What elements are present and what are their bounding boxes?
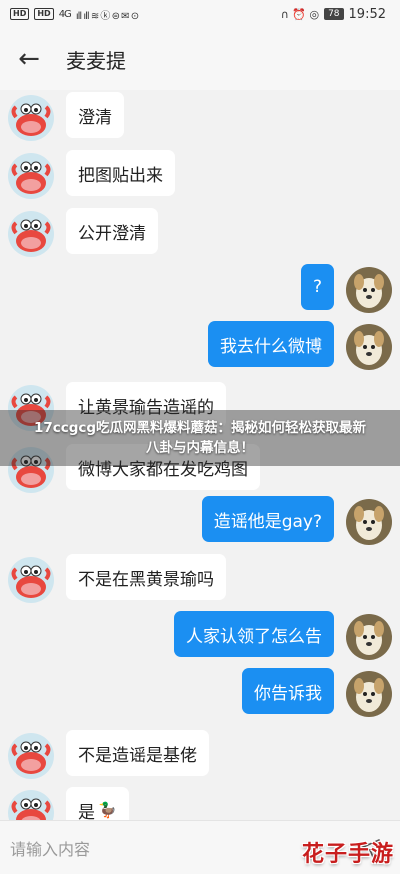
message-received: 公开澄清 [0, 206, 400, 262]
message-bubble[interactable]: 不是在黑黄景瑜吗 [66, 554, 226, 600]
message-text: 人家认领了怎么告 [186, 626, 322, 647]
message-text: ? [312, 277, 322, 297]
headline-line-1: 17ccgcg吃瓜网黑料爆料蘑菇：揭秘如何轻松获取最新 [33, 420, 367, 436]
dog-avatar[interactable] [346, 267, 392, 313]
message-received: 澄清 [0, 90, 400, 146]
message-text: 我去什么微博 [220, 336, 322, 357]
crab-avatar[interactable] [8, 733, 54, 779]
chat-header: ← 麦麦提 [0, 28, 400, 90]
dog-avatar[interactable] [346, 499, 392, 545]
watermark-logo: 花子手游 [301, 842, 394, 867]
message-text: 你告诉我 [254, 683, 322, 704]
message-bubble[interactable]: 公开澄清 [66, 208, 158, 254]
message-text: 不是在黑黄景瑜吗 [78, 569, 214, 590]
battery-icon: 78 [324, 8, 344, 20]
message-received: 把图贴出来 [0, 148, 400, 204]
message-input[interactable]: 请输入内容 [10, 836, 350, 860]
message-sent: 人家认领了怎么告 [0, 609, 400, 665]
message-sent: 你告诉我 [0, 666, 400, 722]
message-received: 不是在黑黄景瑜吗 [0, 552, 400, 608]
crab-avatar[interactable] [8, 790, 54, 820]
hd-badge-2: HD [34, 8, 54, 20]
message-text: 造谣他是gay? [213, 511, 322, 532]
message-bubble[interactable]: 我去什么微博 [208, 321, 334, 367]
message-text: 把图贴出来 [78, 165, 163, 186]
status-right-icons: ∩ ⏰ ◎ [280, 7, 320, 21]
message-bubble[interactable]: ? [300, 264, 334, 310]
status-bar: HD HD 4G ıll ıll ≋ ⓚ ⊜ ✉ ⊙ ∩ ⏰ ◎ 78 19:5… [0, 0, 400, 28]
crab-avatar[interactable] [8, 557, 54, 603]
clock: 19:52 [348, 6, 386, 22]
dog-avatar[interactable] [346, 671, 392, 717]
message-text: 澄清 [78, 107, 112, 128]
duck-emoji-icon: 🦆 [98, 801, 117, 819]
dog-avatar[interactable] [346, 614, 392, 660]
dog-avatar[interactable] [346, 324, 392, 370]
back-arrow-icon[interactable]: ← [0, 28, 58, 90]
status-right: ∩ ⏰ ◎ 78 19:52 [281, 7, 386, 22]
crab-avatar[interactable] [8, 153, 54, 199]
message-bubble[interactable]: 把图贴出来 [66, 150, 175, 196]
headline-banner: 17ccgcg吃瓜网黑料爆料蘑菇：揭秘如何轻松获取最新 八卦与内幕信息！ [0, 410, 400, 466]
message-text: 不是造谣是基佬 [78, 745, 197, 766]
message-sent: 我去什么微博 [0, 319, 400, 375]
status-left: HD HD 4G ıll ıll ≋ ⓚ ⊜ ✉ ⊙ [10, 7, 139, 22]
message-sent: ? [0, 262, 400, 318]
message-sent: 造谣他是gay? [0, 494, 400, 550]
chat-title: 麦麦提 [66, 48, 126, 73]
message-received: 是 🦆 [0, 785, 400, 820]
crab-avatar[interactable] [8, 211, 54, 257]
message-bubble[interactable]: 人家认领了怎么告 [174, 611, 334, 657]
message-bubble[interactable]: 造谣他是gay? [201, 496, 334, 542]
message-bubble[interactable]: 不是造谣是基佬 [66, 730, 209, 776]
message-text: 公开澄清 [78, 223, 146, 244]
hd-badge-1: HD [10, 8, 30, 20]
message-bubble[interactable]: 是 🦆 [66, 787, 129, 820]
message-text: 是 [78, 802, 95, 821]
crab-avatar[interactable] [8, 95, 54, 141]
message-bubble[interactable]: 你告诉我 [242, 668, 334, 714]
network-type: 4G [58, 8, 72, 20]
headline-line-2: 八卦与内幕信息！ [146, 440, 254, 456]
message-bubble[interactable]: 澄清 [66, 92, 124, 138]
signal-icons: ıll ıll ≋ ⓚ ⊜ ✉ ⊙ [75, 10, 139, 22]
message-received: 不是造谣是基佬 [0, 728, 400, 784]
